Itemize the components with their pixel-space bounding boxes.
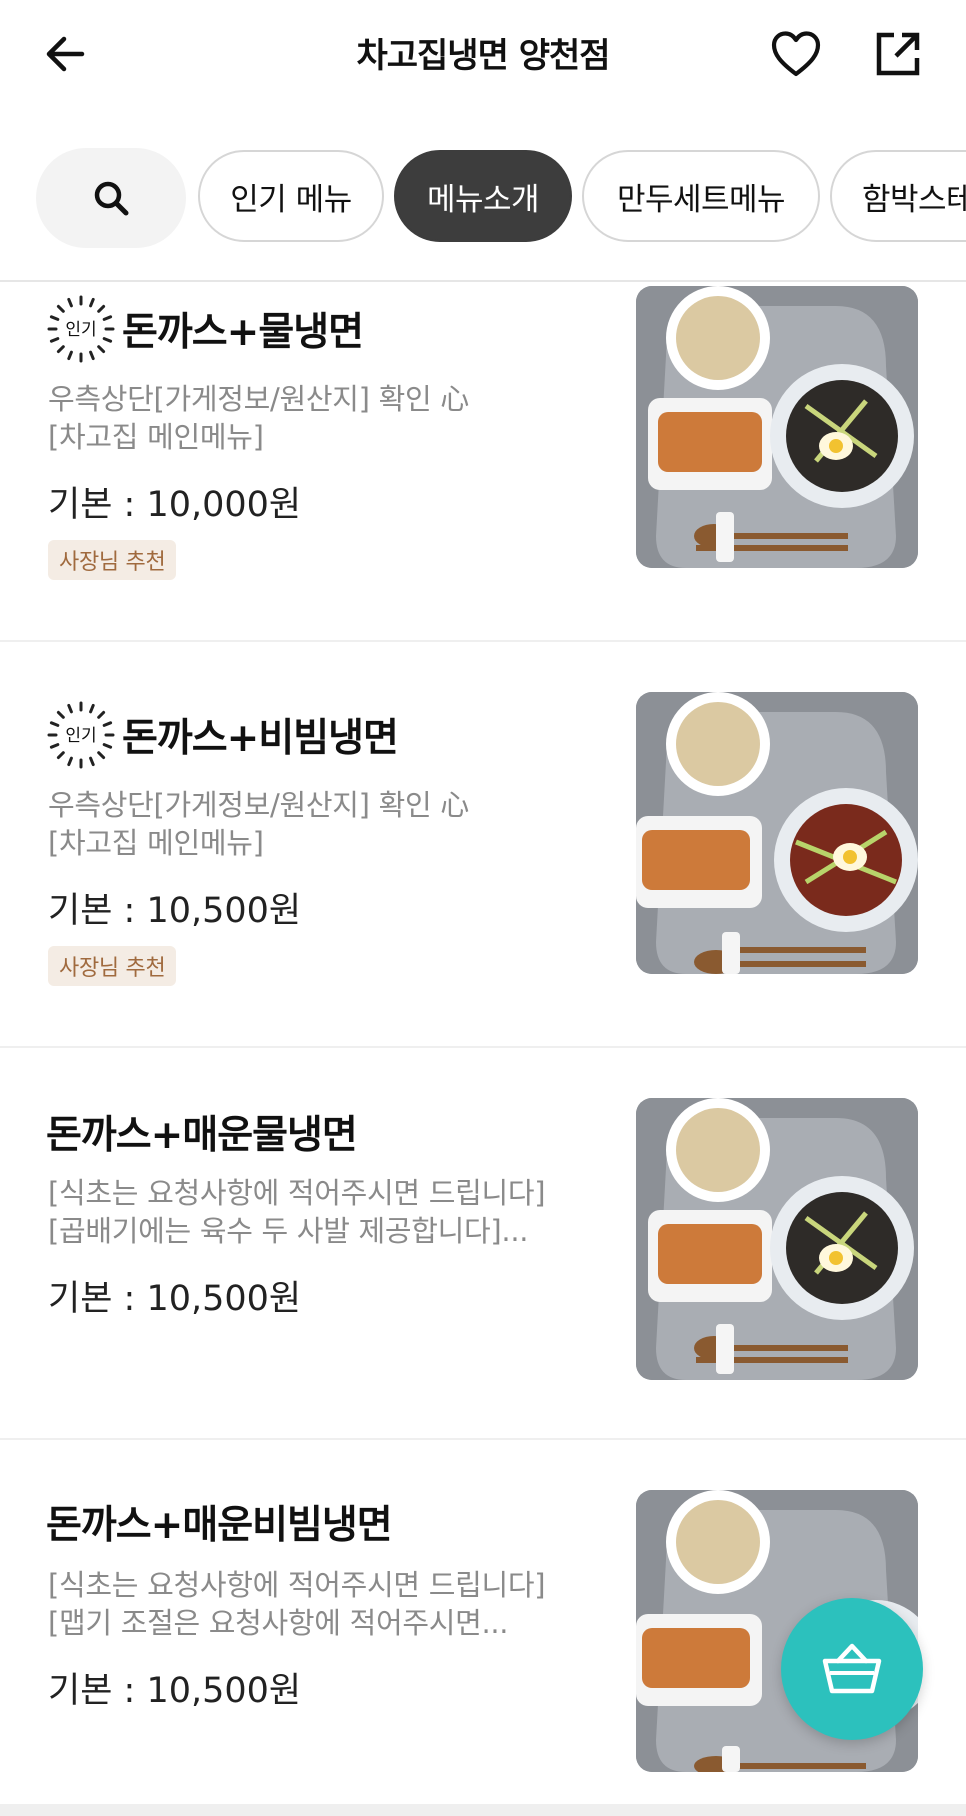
menu-item-title-row: 돈까스+매운비빔냉면 [46, 1494, 393, 1550]
menu-item-photo [636, 692, 918, 974]
menu-item[interactable]: 인기 돈까스+비빔냉면 우측상단[가게정보/원산지] 확인 心 [차고집 메인메… [0, 642, 966, 1046]
food-photo-image [636, 286, 918, 568]
favorite-button[interactable] [766, 24, 826, 84]
heart-icon [771, 31, 821, 77]
menu-item[interactable]: 돈까스+매운물냉면 [식초는 요청사항에 적어주시면 드립니다] [곱배기에는 … [0, 1048, 966, 1438]
menu-item-name: 돈까스+물냉면 [122, 310, 364, 355]
popular-badge-icon: 인기 [47, 701, 115, 769]
tab-popular-menu[interactable]: 인기 메뉴 [198, 150, 384, 242]
basket-icon [822, 1643, 882, 1694]
menu-item-description: 우측상단[가게정보/원산지] 확인 心 [차고집 메인메뉴] [48, 786, 608, 862]
menu-item-price: 기본 : 10,000원 [48, 485, 302, 525]
search-icon [94, 181, 129, 216]
owner-recommend-badge: 사장님 추천 [48, 946, 177, 986]
tab-menu-intro[interactable]: 메뉴소개 [394, 150, 572, 242]
menu-item-name: 돈까스+매운비빔냉면 [46, 1503, 393, 1548]
menu-item-description: [식초는 요청사항에 적어주시면 드립니다] [맵기 조절은 요청사항에 적어주… [48, 1566, 608, 1642]
description-line: [식초는 요청사항에 적어주시면 드립니다] [48, 1568, 546, 1602]
description-line: 우측상단[가게정보/원산지] 확인 心 [48, 788, 469, 822]
menu-item-photo [636, 1098, 918, 1380]
food-photo-image [636, 692, 918, 974]
description-line: [차고집 메인메뉴] [48, 420, 264, 454]
menu-item-description: 우측상단[가게정보/원산지] 확인 心 [차고집 메인메뉴] [48, 380, 608, 456]
cart-button[interactable] [781, 1598, 923, 1740]
menu-item[interactable]: 인기 돈까스+물냉면 우측상단[가게정보/원산지] 확인 心 [차고집 메인메뉴… [0, 282, 966, 640]
app-header: 차고집냉면 양천점 [0, 0, 966, 110]
share-button[interactable] [868, 24, 928, 84]
bottom-strip [0, 1804, 966, 1816]
share-icon [876, 32, 920, 76]
menu-item-title-row: 인기 돈까스+비빔냉면 [46, 700, 399, 770]
menu-item-description: [식초는 요청사항에 적어주시면 드립니다] [곱배기에는 육수 두 사발 제공… [48, 1174, 608, 1250]
menu-item-price: 기본 : 10,500원 [48, 1279, 302, 1319]
menu-item-price: 기본 : 10,500원 [48, 891, 302, 931]
menu-item-name: 돈까스+매운물냉면 [46, 1113, 358, 1158]
description-line: [차고집 메인메뉴] [48, 826, 264, 860]
food-photo-image [636, 1098, 918, 1380]
description-line: [식초는 요청사항에 적어주시면 드립니다] [48, 1176, 546, 1210]
svg-text:인기: 인기 [65, 726, 96, 746]
menu-search-button[interactable] [36, 148, 186, 248]
category-tabs: 인기 메뉴 메뉴소개 만두세트메뉴 함박스테 [0, 148, 966, 248]
menu-item-price: 기본 : 10,500원 [48, 1671, 302, 1711]
owner-recommend-badge: 사장님 추천 [48, 540, 177, 580]
tab-dumpling-set[interactable]: 만두세트메뉴 [582, 150, 820, 242]
popular-badge-icon: 인기 [47, 295, 115, 363]
tab-hamburg-steak[interactable]: 함박스테 [830, 150, 966, 242]
svg-text:인기: 인기 [65, 320, 96, 340]
description-line: [곱배기에는 육수 두 사발 제공합니다]... [48, 1214, 529, 1248]
menu-item-title-row: 돈까스+매운물냉면 [46, 1104, 358, 1160]
menu-item-name: 돈까스+비빔냉면 [122, 716, 399, 761]
menu-item-title-row: 인기 돈까스+물냉면 [46, 294, 364, 364]
description-line: [맵기 조절은 요청사항에 적어주시면... [48, 1606, 509, 1640]
menu-item-photo [636, 286, 918, 568]
description-line: 우측상단[가게정보/원산지] 확인 心 [48, 382, 469, 416]
